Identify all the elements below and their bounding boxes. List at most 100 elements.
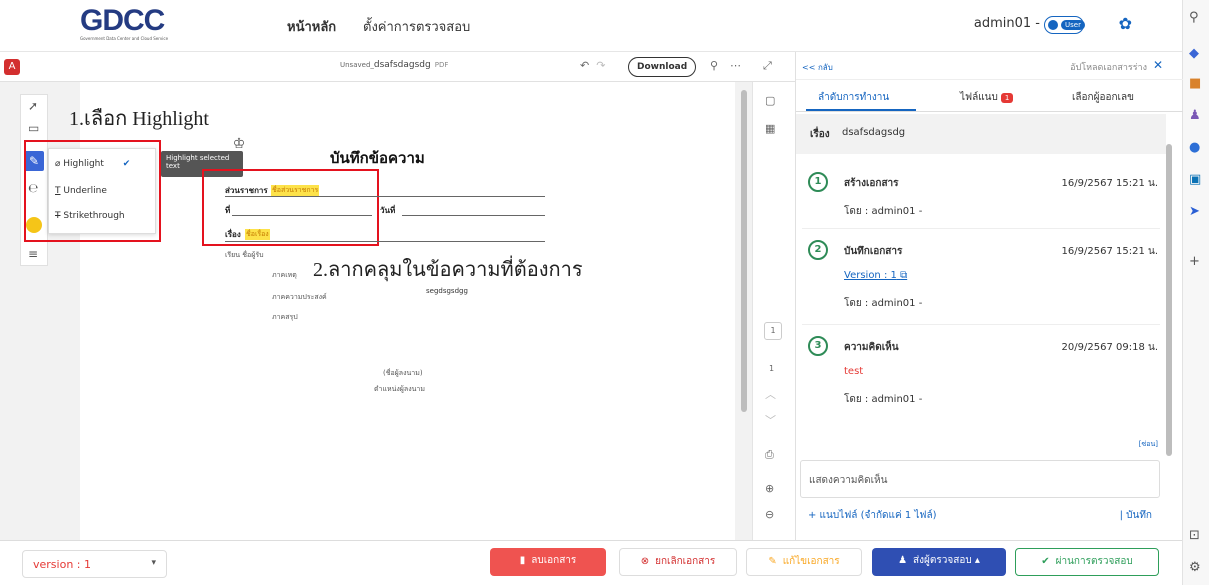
step-date: 20/9/2567 09:18 น.	[1061, 342, 1158, 353]
page-down-icon[interactable]: ﹀	[765, 412, 776, 428]
toggle-knob	[1048, 20, 1058, 30]
divider	[802, 324, 1160, 325]
attach-file-link[interactable]: + แนบไฟล์ (จำกัดแค่ 1 ไฟล์)	[808, 508, 937, 523]
tag-icon[interactable]: ◆	[1189, 46, 1199, 61]
step-date: 16/9/2567 15:21 น.	[1061, 178, 1158, 189]
logo-text: GDCC	[80, 4, 165, 37]
field-line	[225, 196, 545, 197]
approve-button[interactable]: ✔ ผ่านการตรวจสอบ	[1015, 548, 1159, 576]
open-external-icon[interactable]: ⧉	[900, 270, 907, 281]
step-by: โดย : admin01 -	[844, 206, 923, 217]
garuda-seal-icon: ♔	[232, 136, 246, 152]
edit-document-button[interactable]: ✎ แก้ไขเอกสาร	[746, 548, 862, 576]
field-date-label: วันที่	[380, 206, 396, 215]
field-line	[225, 241, 545, 242]
attachment-count-badge: 1	[1000, 93, 1014, 103]
nav-home[interactable]: หน้าหลัก	[287, 16, 336, 37]
send-icon[interactable]: ➤	[1189, 204, 1200, 219]
to-line: เรียน ชื่อผู้รับ	[225, 251, 264, 259]
trash-icon: ▮	[519, 555, 526, 566]
subject-row: เรื่อง dsafsdagsdg	[796, 114, 1166, 154]
step-number: 3	[808, 336, 828, 356]
collapse-icon[interactable]: ✕	[1153, 58, 1163, 72]
page-up-icon[interactable]: ︿	[765, 386, 776, 402]
active-tab-indicator	[806, 109, 916, 111]
unsaved-label: Unsaved_	[340, 61, 374, 69]
nav-review-settings[interactable]: ตั้งค่าการตรวจสอบ	[363, 16, 470, 37]
app-rail: ⚲ ◆ ■ ♟ ● ▣ ➤ + ⊡ ⚙	[1182, 0, 1209, 585]
tab-attachments[interactable]: ไฟล์แนบ 1	[960, 90, 1014, 105]
people-icon[interactable]: ♟	[1189, 108, 1201, 123]
delete-document-label: ลบเอกสาร	[531, 555, 577, 566]
pdf-search-icon[interactable]: ⚲	[710, 59, 718, 72]
tab-attachments-label: ไฟล์แนบ	[960, 92, 998, 103]
pdf-logo-icon: A	[4, 59, 20, 75]
step-title: สร้างเอกสาร	[844, 178, 899, 189]
version-select-value: version : 1	[33, 558, 91, 571]
undo-redo[interactable]: ↶ ↷	[580, 59, 605, 72]
comment-placeholder: แสดงความคิดเห็น	[809, 475, 888, 486]
fit-page-icon[interactable]: ⎙	[765, 448, 774, 462]
delete-document-button[interactable]: ▮ ลบเอกสาร	[490, 548, 606, 576]
instruction-step2: 2.ลากคลุมในข้อความที่ต้องการ	[313, 259, 583, 281]
comments-icon[interactable]: ▢	[765, 94, 775, 107]
cancel-document-label: ยกเลิกเอกสาร	[655, 556, 716, 567]
field-subject-label: เรื่อง	[225, 230, 241, 239]
field-agency-value: ชื่อส่วนราชการ	[271, 185, 320, 196]
gear-icon[interactable]: ✿	[1119, 14, 1132, 33]
download-button[interactable]: Download	[628, 57, 697, 77]
save-comment-link[interactable]: | บันทึก	[1120, 508, 1152, 523]
comment-box-icon[interactable]: ▭	[28, 121, 39, 135]
cancel-document-button[interactable]: ⊗ ยกเลิกเอกสาร	[619, 548, 737, 576]
step-comment: test	[844, 366, 864, 377]
section-purpose-value: segdsgsdgg	[426, 287, 468, 295]
role-toggle[interactable]: User	[1044, 16, 1085, 34]
edit-document-label: แก้ไขเอกสาร	[782, 556, 840, 567]
step-title: ความคิดเห็น	[844, 342, 899, 353]
settings-icon[interactable]: ⚙	[1189, 560, 1201, 575]
office-icon[interactable]: ●	[1189, 140, 1200, 155]
panel-scrollbar[interactable]	[1166, 144, 1172, 456]
highlight-callout-box	[24, 140, 161, 242]
panel-toggle-icon[interactable]: ⊡	[1189, 528, 1200, 543]
section-purpose: ภาคความประสงค์	[272, 293, 327, 301]
tab-select-numberer[interactable]: เลือกผู้ออกเลข	[1072, 90, 1134, 105]
pointer-icon[interactable]: ➚	[28, 99, 38, 113]
expand-icon[interactable]: ⤢	[763, 59, 772, 73]
zoom-in-icon[interactable]: ⊕	[765, 482, 774, 495]
more-options-icon[interactable]: ⋯	[730, 59, 741, 72]
hide-link[interactable]: [ซ่อน]	[1139, 439, 1158, 450]
briefcase-icon[interactable]: ■	[1189, 76, 1201, 91]
gdcc-logo[interactable]: GDCC Government Data Center and Cloud Se…	[80, 6, 196, 46]
field-line	[402, 215, 545, 216]
pencil-icon: ✎	[768, 556, 777, 567]
bottom-action-bar: version : 1 ▾ ▮ ลบเอกสาร ⊗ ยกเลิกเอกสาร ✎ แ…	[0, 540, 1182, 585]
caret-up-icon: ▴	[974, 555, 980, 566]
redo-icon[interactable]: ↷	[596, 59, 605, 72]
logo-subtext: Government Data Center and Cloud Service	[80, 36, 169, 41]
step-by: โดย : admin01 -	[844, 394, 923, 405]
signer-position: ตำแหน่งผู้ลงนาม	[374, 385, 425, 393]
comment-input[interactable]: แสดงความคิดเห็น	[800, 460, 1160, 498]
page-number-input[interactable]: 1	[764, 322, 782, 340]
back-link[interactable]: << กลับ	[802, 61, 833, 74]
step-number: 1	[808, 172, 828, 192]
version-link[interactable]: Version : 1 ⧉	[844, 270, 907, 281]
document-scrollbar[interactable]	[741, 90, 747, 412]
approve-label: ผ่านการตรวจสอบ	[1055, 556, 1133, 567]
panel-tabs: ลำดับการทำงาน ไฟล์แนบ 1 เลือกผู้ออกเลข	[796, 80, 1183, 112]
menu-icon[interactable]: ≡	[28, 247, 38, 261]
top-header: GDCC Government Data Center and Cloud Se…	[0, 0, 1182, 52]
upload-draft-link[interactable]: อัปโหลดเอกสารร่าง	[1070, 60, 1147, 74]
send-reviewer-button[interactable]: ♟ ส่งผู้ตรวจสอบ ▴	[872, 548, 1006, 576]
search-icon[interactable]: ⚲	[1189, 10, 1199, 25]
thumbnails-icon[interactable]: ▦	[765, 122, 775, 135]
subject-value: dsafsdagsdg	[842, 127, 906, 138]
add-icon[interactable]: +	[1189, 254, 1200, 269]
version-select[interactable]: version : 1 ▾	[22, 550, 167, 578]
undo-icon[interactable]: ↶	[580, 59, 589, 72]
zoom-out-icon[interactable]: ⊖	[765, 508, 774, 521]
outlook-icon[interactable]: ▣	[1189, 172, 1201, 187]
tab-workflow[interactable]: ลำดับการทำงาน	[818, 90, 889, 105]
username-label[interactable]: admin01 -	[974, 16, 1040, 31]
